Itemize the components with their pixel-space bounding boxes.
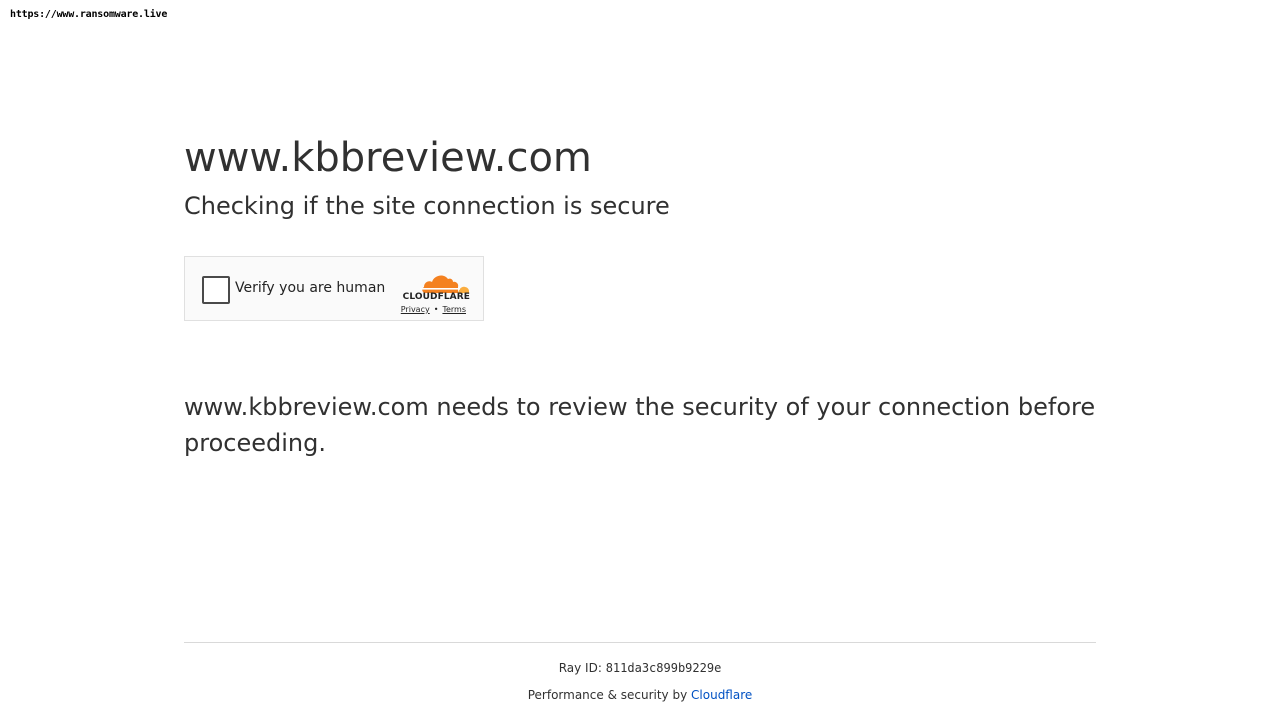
terms-link[interactable]: Terms	[442, 305, 466, 314]
cloudflare-branding: CLOUDFLARE Privacy • Terms	[390, 266, 470, 316]
ray-id-value: 811da3c899b9229e	[605, 661, 722, 675]
verify-checkbox[interactable]	[202, 276, 230, 304]
performance-text: Performance & security by	[527, 688, 688, 702]
page-title: www.kbbreview.com	[184, 135, 592, 181]
performance-line: Performance & security by Cloudflare	[0, 687, 1280, 703]
page-subtitle: Checking if the site connection is secur…	[184, 192, 670, 220]
privacy-link[interactable]: Privacy	[401, 305, 430, 314]
footer-divider	[184, 642, 1096, 643]
cloudflare-link[interactable]: Cloudflare	[691, 688, 752, 702]
link-separator: •	[433, 305, 439, 314]
watermark-url: https://www.ransomware.live	[10, 9, 168, 20]
turnstile-widget: Verify you are human CLOUDFLARE Privacy •…	[184, 256, 484, 321]
ray-id-line: Ray ID: 811da3c899b9229e	[0, 660, 1280, 676]
cloudflare-wordmark: CLOUDFLARE	[402, 292, 470, 302]
verify-label[interactable]: Verify you are human	[235, 279, 385, 297]
ray-id-label: Ray ID:	[558, 661, 602, 675]
security-description: www.kbbreview.com needs to review the se…	[184, 393, 1096, 457]
widget-links: Privacy • Terms	[390, 305, 466, 315]
cloudflare-cloud-icon	[420, 275, 469, 293]
